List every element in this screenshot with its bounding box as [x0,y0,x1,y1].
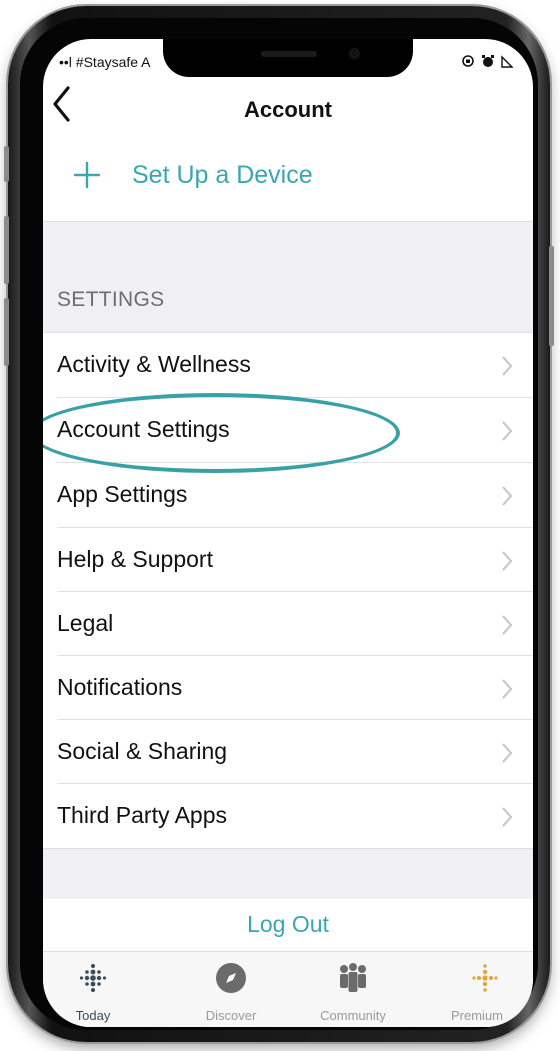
alarm-icon [482,55,494,67]
settings-item-social-sharing[interactable]: Social & Sharing [43,720,533,784]
settings-item-label: Account Settings [57,416,230,442]
camera [349,48,360,59]
tab-label: Community [320,1008,386,1023]
settings-item-notifications[interactable]: Notifications [43,656,533,720]
settings-item-label: Help & Support [57,546,213,572]
tab-community[interactable]: Community [293,952,413,1027]
set-up-device-row[interactable]: Set Up a Device [43,135,533,221]
tab-label: Today [75,1008,111,1023]
chevron-right-icon [502,807,513,827]
settings-item-label: Legal [57,610,114,636]
settings-item-label: Social & Sharing [57,738,228,764]
tab-premium[interactable]: Premium [425,952,533,1027]
settings-item-help-support[interactable]: Help & Support [43,528,533,592]
status-icons [461,54,513,68]
premium-dots-icon [472,964,498,992]
page-title: Account [244,97,332,122]
status-carrier: ••l #Staysafe A [59,54,151,70]
volume-up-button [4,216,9,284]
settings-item-activity-wellness[interactable]: Activity & Wellness [43,333,533,397]
speaker [261,51,317,57]
set-up-device-label: Set Up a Device [132,161,313,189]
volume-down-button [4,298,9,366]
battery-icon [501,55,513,68]
navigation-bar: Account [43,79,533,135]
settings-item-legal[interactable]: Legal [43,592,533,656]
fitbit-dots-icon [79,964,107,992]
tab-discover[interactable]: Discover [171,952,291,1027]
settings-item-label: Third Party Apps [57,802,228,828]
tab-today[interactable]: Today [43,952,153,1027]
phone-frame: ••l #Staysafe A Account Set Up a Device … [4,6,554,1042]
chevron-right-icon [502,356,513,376]
settings-item-app-settings[interactable]: App Settings [43,463,533,527]
settings-item-account-settings[interactable]: Account Settings [43,398,533,462]
chevron-right-icon [502,421,513,441]
notch [163,39,413,77]
power-button [549,246,554,346]
chevron-right-icon [502,551,513,571]
plus-icon [73,161,101,189]
chevron-right-icon [502,679,513,699]
settings-item-label: Notifications [57,674,183,700]
lock-rotation-icon [462,55,474,67]
tab-label: Discover [205,1008,257,1023]
tab-bar: Today Discover Community Premium [43,951,533,1027]
chevron-right-icon [502,743,513,763]
mute-switch [4,146,9,182]
community-icon [340,963,366,992]
log-out-button[interactable]: Log Out [43,911,533,938]
screen: ••l #Staysafe A Account Set Up a Device … [43,39,533,1027]
section-spacer [43,849,533,899]
chevron-right-icon [502,615,513,635]
compass-icon [216,963,246,993]
tab-label: Premium [451,1008,504,1023]
section-spacer [43,222,533,332]
settings-item-third-party-apps[interactable]: Third Party Apps [43,784,533,848]
settings-section-header: SETTINGS [57,288,165,311]
settings-item-label: App Settings [57,481,188,507]
chevron-right-icon [502,486,513,506]
log-out-row[interactable]: Log Out [43,899,533,951]
settings-item-label: Activity & Wellness [57,351,251,377]
